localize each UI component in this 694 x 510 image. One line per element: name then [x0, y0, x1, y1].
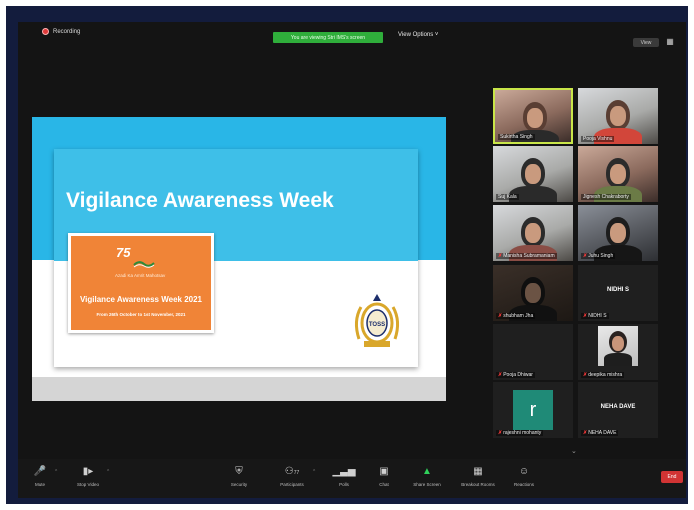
muted-mic-icon: ✗: [498, 430, 503, 436]
reactions-button[interactable]: ☺ Reactions: [504, 465, 544, 487]
participant-name-placeholder: NEHA DAVE: [600, 404, 636, 410]
participant-name: Suj Kala: [496, 194, 519, 200]
participant-name: ✗rajeshni mohanty: [496, 430, 544, 436]
share-screen-button[interactable]: ▲ Share Screen: [407, 465, 447, 487]
participants-icon: ⚇77: [284, 466, 300, 477]
event-banner-title: Vigilance Awareness Week 2021: [79, 295, 202, 304]
participants-button[interactable]: ⚇77 Participants: [272, 465, 312, 487]
muted-mic-icon: ✗: [583, 253, 588, 259]
emblem-text: TOSS: [369, 322, 385, 328]
video-camera-icon: ▮▸: [82, 466, 94, 477]
slide-grey-band: [32, 377, 446, 401]
participants-label: Participants: [280, 482, 304, 487]
end-meeting-button[interactable]: End: [661, 471, 683, 483]
participant-tile[interactable]: NIDHI S ✗NIDHI S: [578, 265, 658, 321]
polls-button[interactable]: ▁▃▅ Polls: [324, 465, 364, 487]
participant-tile[interactable]: Suj Kala: [493, 146, 573, 202]
event-banner: 75 Azadi Ka Amrit Mahotsav Vigilance Awa…: [68, 233, 214, 333]
organization-emblem-icon: TOSS: [354, 294, 400, 347]
meeting-toolbar: 🎤 Mute ⌃ ▮▸ Stop Video ⌃ ⛨ Security ⚇77 …: [18, 459, 686, 498]
grid-view-icon[interactable]: ▦: [664, 37, 676, 47]
security-button[interactable]: ⛨ Security: [219, 465, 259, 487]
outer-border: Recording You are viewing Stri IMS's scr…: [6, 6, 688, 504]
participant-video: [598, 326, 638, 366]
azadi-logo-icon: [133, 261, 155, 268]
shield-icon: ⛨: [235, 466, 243, 477]
breakout-rooms-label: Breakout Rooms: [461, 482, 495, 487]
top-bar: Recording You are viewing Stri IMS's scr…: [18, 22, 686, 47]
azadi-logo-number: 75: [116, 245, 131, 260]
azadi-logo-text: Azadi Ka Amrit Mahotsav: [115, 273, 166, 278]
participant-name: ✗Pooja Dhiwar: [496, 372, 535, 378]
participant-tile[interactable]: Pooja Vishnu: [578, 88, 658, 144]
screen-share-banner: You are viewing Stri IMS's screen: [273, 32, 383, 43]
participant-tile[interactable]: ✗Pooja Dhiwar: [493, 324, 573, 380]
recording-indicator[interactable]: Recording: [42, 28, 80, 35]
view-options-menu[interactable]: View Options ˅: [398, 32, 438, 38]
muted-mic-icon: ✗: [498, 253, 503, 259]
screenshot-frame: Recording You are viewing Stri IMS's scr…: [0, 0, 694, 510]
participant-name: ✗shubham Jha: [496, 313, 536, 319]
participant-tile[interactable]: ✗Juhu Singh: [578, 205, 658, 261]
participant-tile[interactable]: NEHA DAVE ✗NEHA DAVE: [578, 382, 658, 438]
muted-mic-icon: ✗: [583, 372, 588, 378]
participant-name: Sukirtha Singh: [498, 134, 535, 140]
participant-tile[interactable]: r ✗rajeshni mohanty: [493, 382, 573, 438]
mute-label: Mute: [34, 482, 45, 487]
participant-name: ✗Manisha Subramaniam: [496, 253, 557, 259]
slide-title: Vigilance Awareness Week: [66, 189, 334, 212]
muted-mic-icon: ✗: [583, 430, 588, 436]
caret-up-icon[interactable]: ⌃: [54, 469, 58, 475]
muted-mic-icon: ✗: [498, 313, 503, 319]
breakout-rooms-icon: ▦: [473, 466, 483, 477]
participant-name: ✗Juhu Singh: [581, 253, 616, 259]
breakout-rooms-button[interactable]: ▦ Breakout Rooms: [458, 465, 498, 487]
chat-button[interactable]: ▣ Chat: [364, 465, 404, 487]
reactions-label: Reactions: [513, 482, 534, 487]
participant-tile[interactable]: ✗deepika mishra: [578, 324, 658, 380]
participant-name: ✗NIDHI S: [581, 313, 609, 319]
chevron-down-icon[interactable]: ⌄: [571, 447, 577, 455]
participants-count: 77: [293, 470, 300, 476]
recording-label: Recording: [53, 28, 81, 35]
participant-name: ✗NEHA DAVE: [581, 430, 619, 436]
participant-name: Jignesh Chakraborty: [581, 194, 631, 200]
shared-screen-slide: Vigilance Awareness Week 75 Azadi Ka Amr…: [32, 117, 446, 401]
participant-name: ✗deepika mishra: [581, 372, 625, 378]
event-banner-dates: From 26th October to 1st November, 2021: [96, 312, 186, 317]
muted-mic-icon: ✗: [498, 372, 503, 378]
participant-tile[interactable]: ✗Manisha Subramaniam: [493, 205, 573, 261]
chat-label: Chat: [379, 482, 389, 487]
participant-avatar: r: [513, 390, 553, 430]
participant-name: Pooja Vishnu: [581, 136, 615, 142]
record-icon: [42, 28, 49, 35]
chat-icon: ▣: [379, 466, 389, 477]
view-button[interactable]: View: [633, 38, 659, 47]
participant-tile[interactable]: Jignesh Chakraborty: [578, 146, 658, 202]
zoom-meeting-window: Recording You are viewing Stri IMS's scr…: [18, 22, 686, 498]
participant-name-placeholder: NIDHI S: [606, 287, 629, 293]
participant-tile[interactable]: Sukirtha Singh: [493, 88, 573, 144]
caret-up-icon[interactable]: ⌃: [312, 469, 316, 475]
caret-up-icon[interactable]: ⌃: [106, 469, 110, 475]
stop-video-label: Stop Video: [77, 482, 99, 487]
share-screen-label: Share Screen: [413, 482, 441, 487]
muted-mic-icon: ✗: [583, 313, 588, 319]
slide-card: Vigilance Awareness Week 75 Azadi Ka Amr…: [54, 149, 418, 367]
security-label: Security: [230, 482, 248, 487]
stop-video-button[interactable]: ▮▸ Stop Video: [68, 465, 108, 487]
smiley-icon: ☺: [518, 466, 530, 477]
polls-icon: ▁▃▅: [332, 466, 356, 477]
polls-label: Polls: [339, 482, 349, 487]
share-screen-icon: ▲: [422, 466, 432, 477]
participant-tile[interactable]: ✗shubham Jha: [493, 265, 573, 321]
